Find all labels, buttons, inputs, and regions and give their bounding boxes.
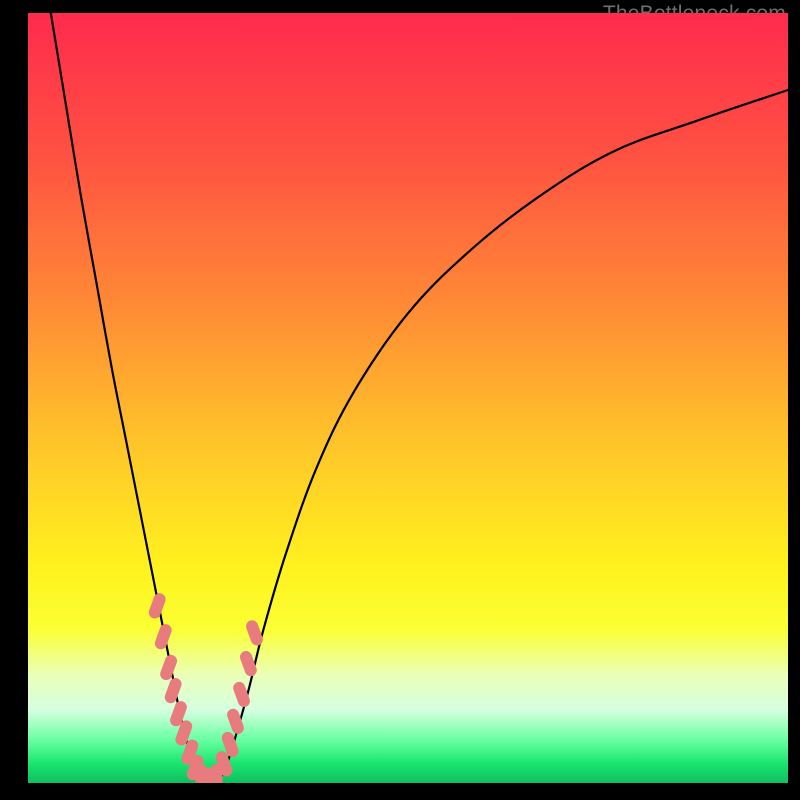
datapoint xyxy=(147,592,167,621)
datapoints-group xyxy=(147,592,264,783)
chart-stage: TheBottleneck.com xyxy=(0,0,800,800)
datapoint xyxy=(159,653,179,682)
datapoint xyxy=(231,680,251,709)
datapoint xyxy=(163,676,183,705)
curve-right xyxy=(218,90,788,783)
datapoint xyxy=(153,622,173,651)
curve-layer xyxy=(28,13,788,783)
plot-area xyxy=(28,13,788,783)
curve-left xyxy=(51,13,203,783)
